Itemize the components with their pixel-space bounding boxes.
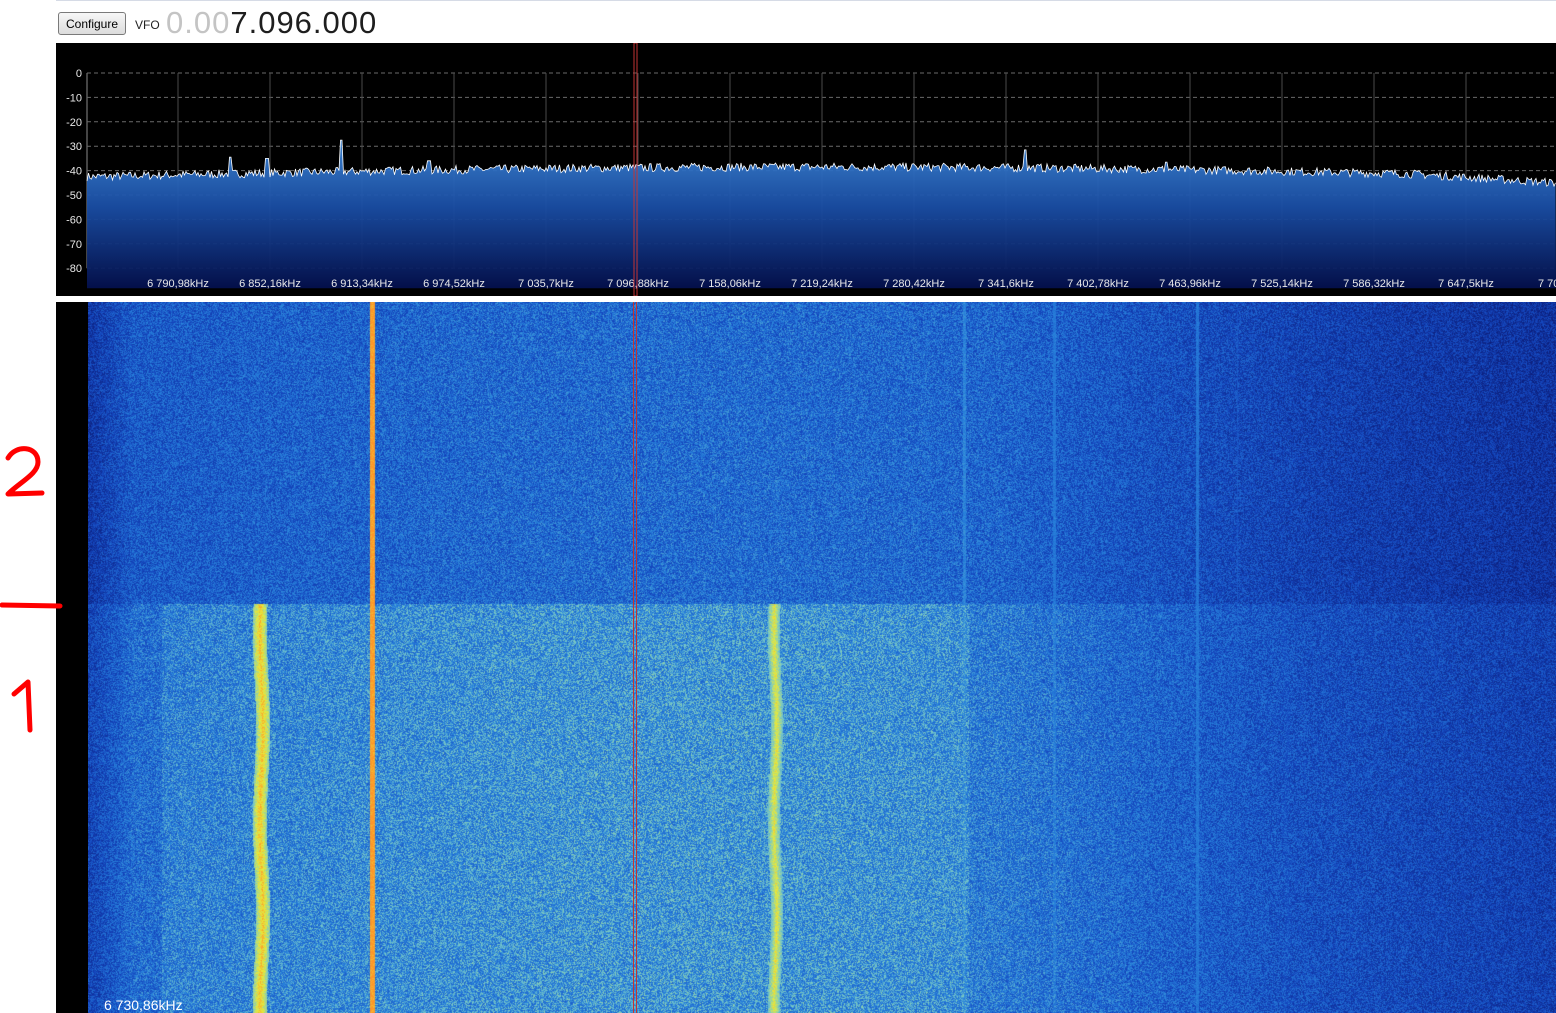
vfo-label: VFO [135, 18, 160, 32]
spectrum-freq-label: 7 280,42kHz [883, 278, 945, 290]
toolbar: Configure VFO 0.007.096.000 [56, 1, 1556, 43]
spectrum-freq-label: 7 586,32kHz [1343, 278, 1405, 290]
spectrum-db-label: -50 [66, 190, 82, 202]
waterfall-display[interactable] [88, 302, 1556, 1013]
left-margin [0, 0, 56, 1013]
vfo-frequency-digits[interactable]: 7.096.000 [230, 5, 377, 40]
spectrum-db-label: -60 [66, 214, 82, 226]
spectrum-db-label: -70 [66, 239, 82, 251]
configure-button[interactable]: Configure [58, 12, 126, 35]
spectrum-freq-label: 7 219,24kHz [791, 278, 853, 290]
spectrum-db-label: -10 [66, 92, 82, 104]
spectrum-freq-label: 7 035,7kHz [518, 278, 574, 290]
vfo-frequency-leading-digits[interactable]: 0.00 [166, 5, 230, 40]
spectrum-freq-label: 7 525,14kHz [1251, 278, 1313, 290]
spectrum-freq-label: 6 913,34kHz [331, 278, 393, 290]
spectrum-db-label: -80 [66, 263, 82, 275]
spectrum-freq-label: 7 708 [1538, 278, 1556, 290]
spectrum-freq-label: 7 096,88kHz [607, 278, 669, 290]
spectrum-db-label: -30 [66, 141, 82, 153]
spectrum-panel[interactable]: 0 -10 -20 -30 -40 -50 -60 -70 -80 6 790,98kHz 6 8… [56, 43, 1556, 296]
waterfall-start-frequency: 6 730,86kHz [104, 997, 183, 1013]
spectrum-freq-label: 7 463,96kHz [1159, 278, 1221, 290]
spectrum-freq-label: 7 158,06kHz [699, 278, 761, 290]
spectrum-freq-label: 7 647,5kHz [1438, 278, 1494, 290]
spectrum-db-label: -20 [66, 117, 82, 129]
spectrum-freq-label: 6 974,52kHz [423, 278, 485, 290]
vfo-frequency-display[interactable]: 0.007.096.000 [166, 3, 377, 43]
spectrum-plot[interactable]: 0 -10 -20 -30 -40 -50 -60 -70 -80 6 790,98kHz 6 8… [56, 43, 1556, 296]
spectrum-freq-label: 7 341,6kHz [978, 278, 1034, 290]
spectrum-freq-label: 6 790,98kHz [147, 278, 209, 290]
waterfall-vfo-marker [633, 302, 637, 1013]
spectrum-db-label: 0 [76, 68, 82, 80]
spectrum-freq-label: 7 402,78kHz [1067, 278, 1129, 290]
waterfall-panel[interactable]: 6 730,86kHz [56, 302, 1556, 1013]
spectrum-freq-label: 6 852,16kHz [239, 278, 301, 290]
spectrum-db-label: -40 [66, 166, 82, 178]
